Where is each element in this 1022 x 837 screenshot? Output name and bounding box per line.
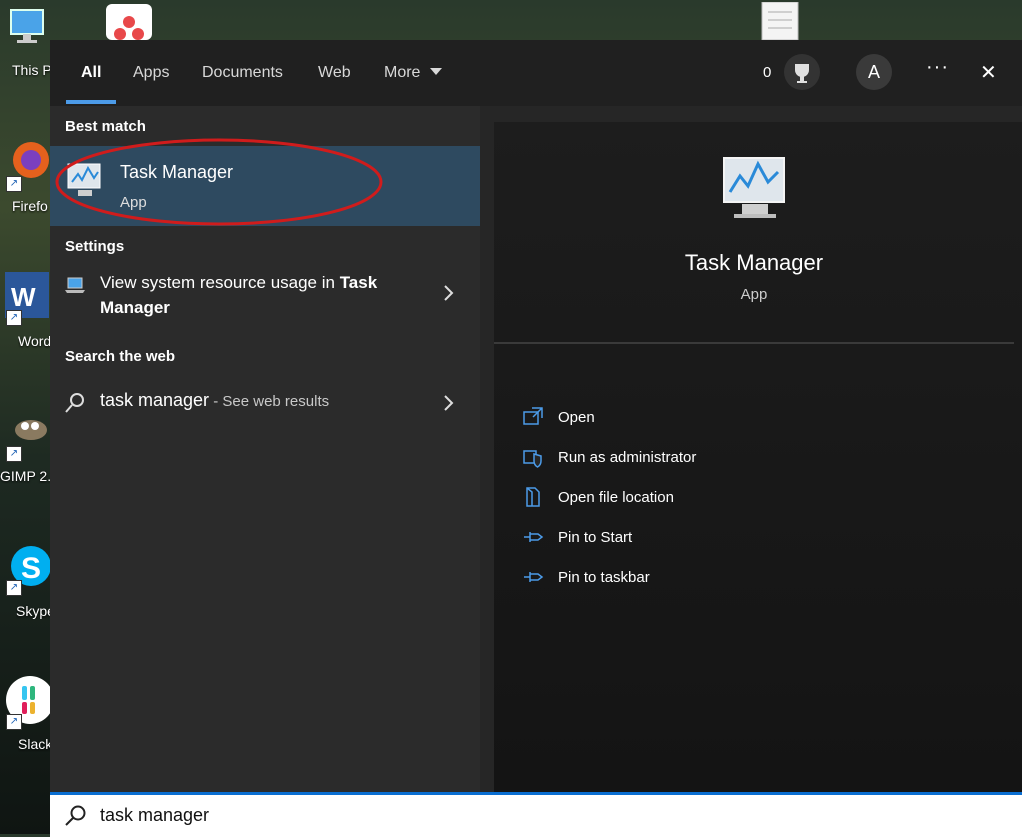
tab-apps[interactable]: Apps (133, 64, 169, 82)
web-result[interactable]: task manager - See web results (50, 386, 480, 422)
search-icon (65, 393, 84, 413)
settings-result-text: View system resource usage in Task Manag… (100, 270, 420, 320)
gimp-desktop-icon[interactable]: ↗ GIMP 2.1 (0, 410, 59, 484)
search-top-bar: All Apps Documents Web More 0 A ··· ✕ (50, 40, 1022, 106)
tab-more-label: More (384, 64, 421, 81)
tab-web[interactable]: Web (318, 64, 351, 82)
gimp-icon (15, 420, 47, 440)
chevron-right-icon (444, 395, 454, 411)
laptop-icon (65, 277, 85, 293)
svg-text:S: S (21, 552, 41, 585)
open-icon (523, 407, 543, 425)
chevron-right-icon (444, 285, 454, 301)
results-list: Best match Task Manager App Settings Vie… (50, 106, 480, 792)
settings-result[interactable]: View system resource usage in Task Manag… (50, 266, 480, 326)
caret-down-icon (429, 68, 442, 75)
web-result-text: task manager - See web results (100, 390, 329, 411)
shield-icon (523, 450, 542, 468)
pin-icon (524, 532, 544, 542)
preview-divider (494, 342, 1014, 344)
shortcut-arrow-icon: ↗ (6, 714, 22, 730)
rewards-button[interactable] (784, 54, 820, 90)
shortcut-arrow-icon: ↗ (6, 310, 22, 326)
preview-title: Task Manager (684, 250, 824, 275)
pin-to-taskbar-label: Pin to taskbar (558, 569, 650, 586)
open-file-location-label: Open file location (558, 489, 674, 506)
best-match-heading: Best match (65, 118, 146, 135)
best-match-result[interactable]: Task Manager App (50, 138, 480, 226)
word-desktop-icon[interactable]: W ↗ Word (0, 270, 52, 349)
close-icon[interactable]: ✕ (980, 60, 997, 85)
task-manager-large-icon (723, 157, 785, 218)
open-label: Open (558, 409, 595, 426)
rewards-points: 0 (763, 64, 772, 81)
more-options-icon[interactable]: ··· (926, 56, 949, 79)
pin-icon (524, 572, 544, 582)
pin-to-start-label: Pin to Start (558, 529, 633, 546)
shortcut-arrow-icon: ↗ (6, 446, 22, 462)
trophy-icon (795, 64, 809, 83)
active-tab-indicator (66, 100, 116, 104)
search-box[interactable]: task manager (50, 792, 1022, 837)
skype-desktop-icon[interactable]: S ↗ Skype (0, 540, 55, 619)
preview-subtitle: App (740, 286, 768, 303)
search-panel: All Apps Documents Web More 0 A ··· ✕ Be… (50, 40, 1022, 837)
settings-heading: Settings (65, 238, 125, 255)
search-web-heading: Search the web (65, 348, 176, 365)
web-result-suffix: - See web results (209, 393, 330, 410)
shortcut-arrow-icon: ↗ (6, 580, 22, 596)
annotation-ellipse (55, 138, 383, 226)
search-input[interactable]: task manager (100, 805, 209, 826)
shortcut-arrow-icon: ↗ (6, 176, 22, 192)
search-icon (65, 805, 86, 826)
tab-more[interactable]: More (384, 64, 443, 82)
tab-documents[interactable]: Documents (202, 64, 283, 82)
tab-all[interactable]: All (81, 64, 101, 82)
account-avatar[interactable]: A (856, 54, 892, 90)
firefox-desktop-icon[interactable]: ↗ Firefo (0, 136, 52, 214)
app-icon[interactable] (104, 4, 154, 40)
web-result-query: task manager (100, 390, 210, 410)
document-icon[interactable] (760, 2, 800, 40)
slack-desktop-icon[interactable]: ↗ Slack (0, 672, 54, 752)
settings-text-plain: View system resource usage in (100, 273, 340, 292)
this-pc-desktop-icon[interactable]: This P (0, 4, 52, 78)
run-as-admin-label: Run as administrator (558, 449, 697, 466)
folder-icon (526, 487, 540, 507)
svg-text:W: W (11, 282, 36, 312)
preview-pane: Task Manager App Open Run as administrat… (494, 122, 1022, 792)
monitor-icon (10, 9, 44, 43)
